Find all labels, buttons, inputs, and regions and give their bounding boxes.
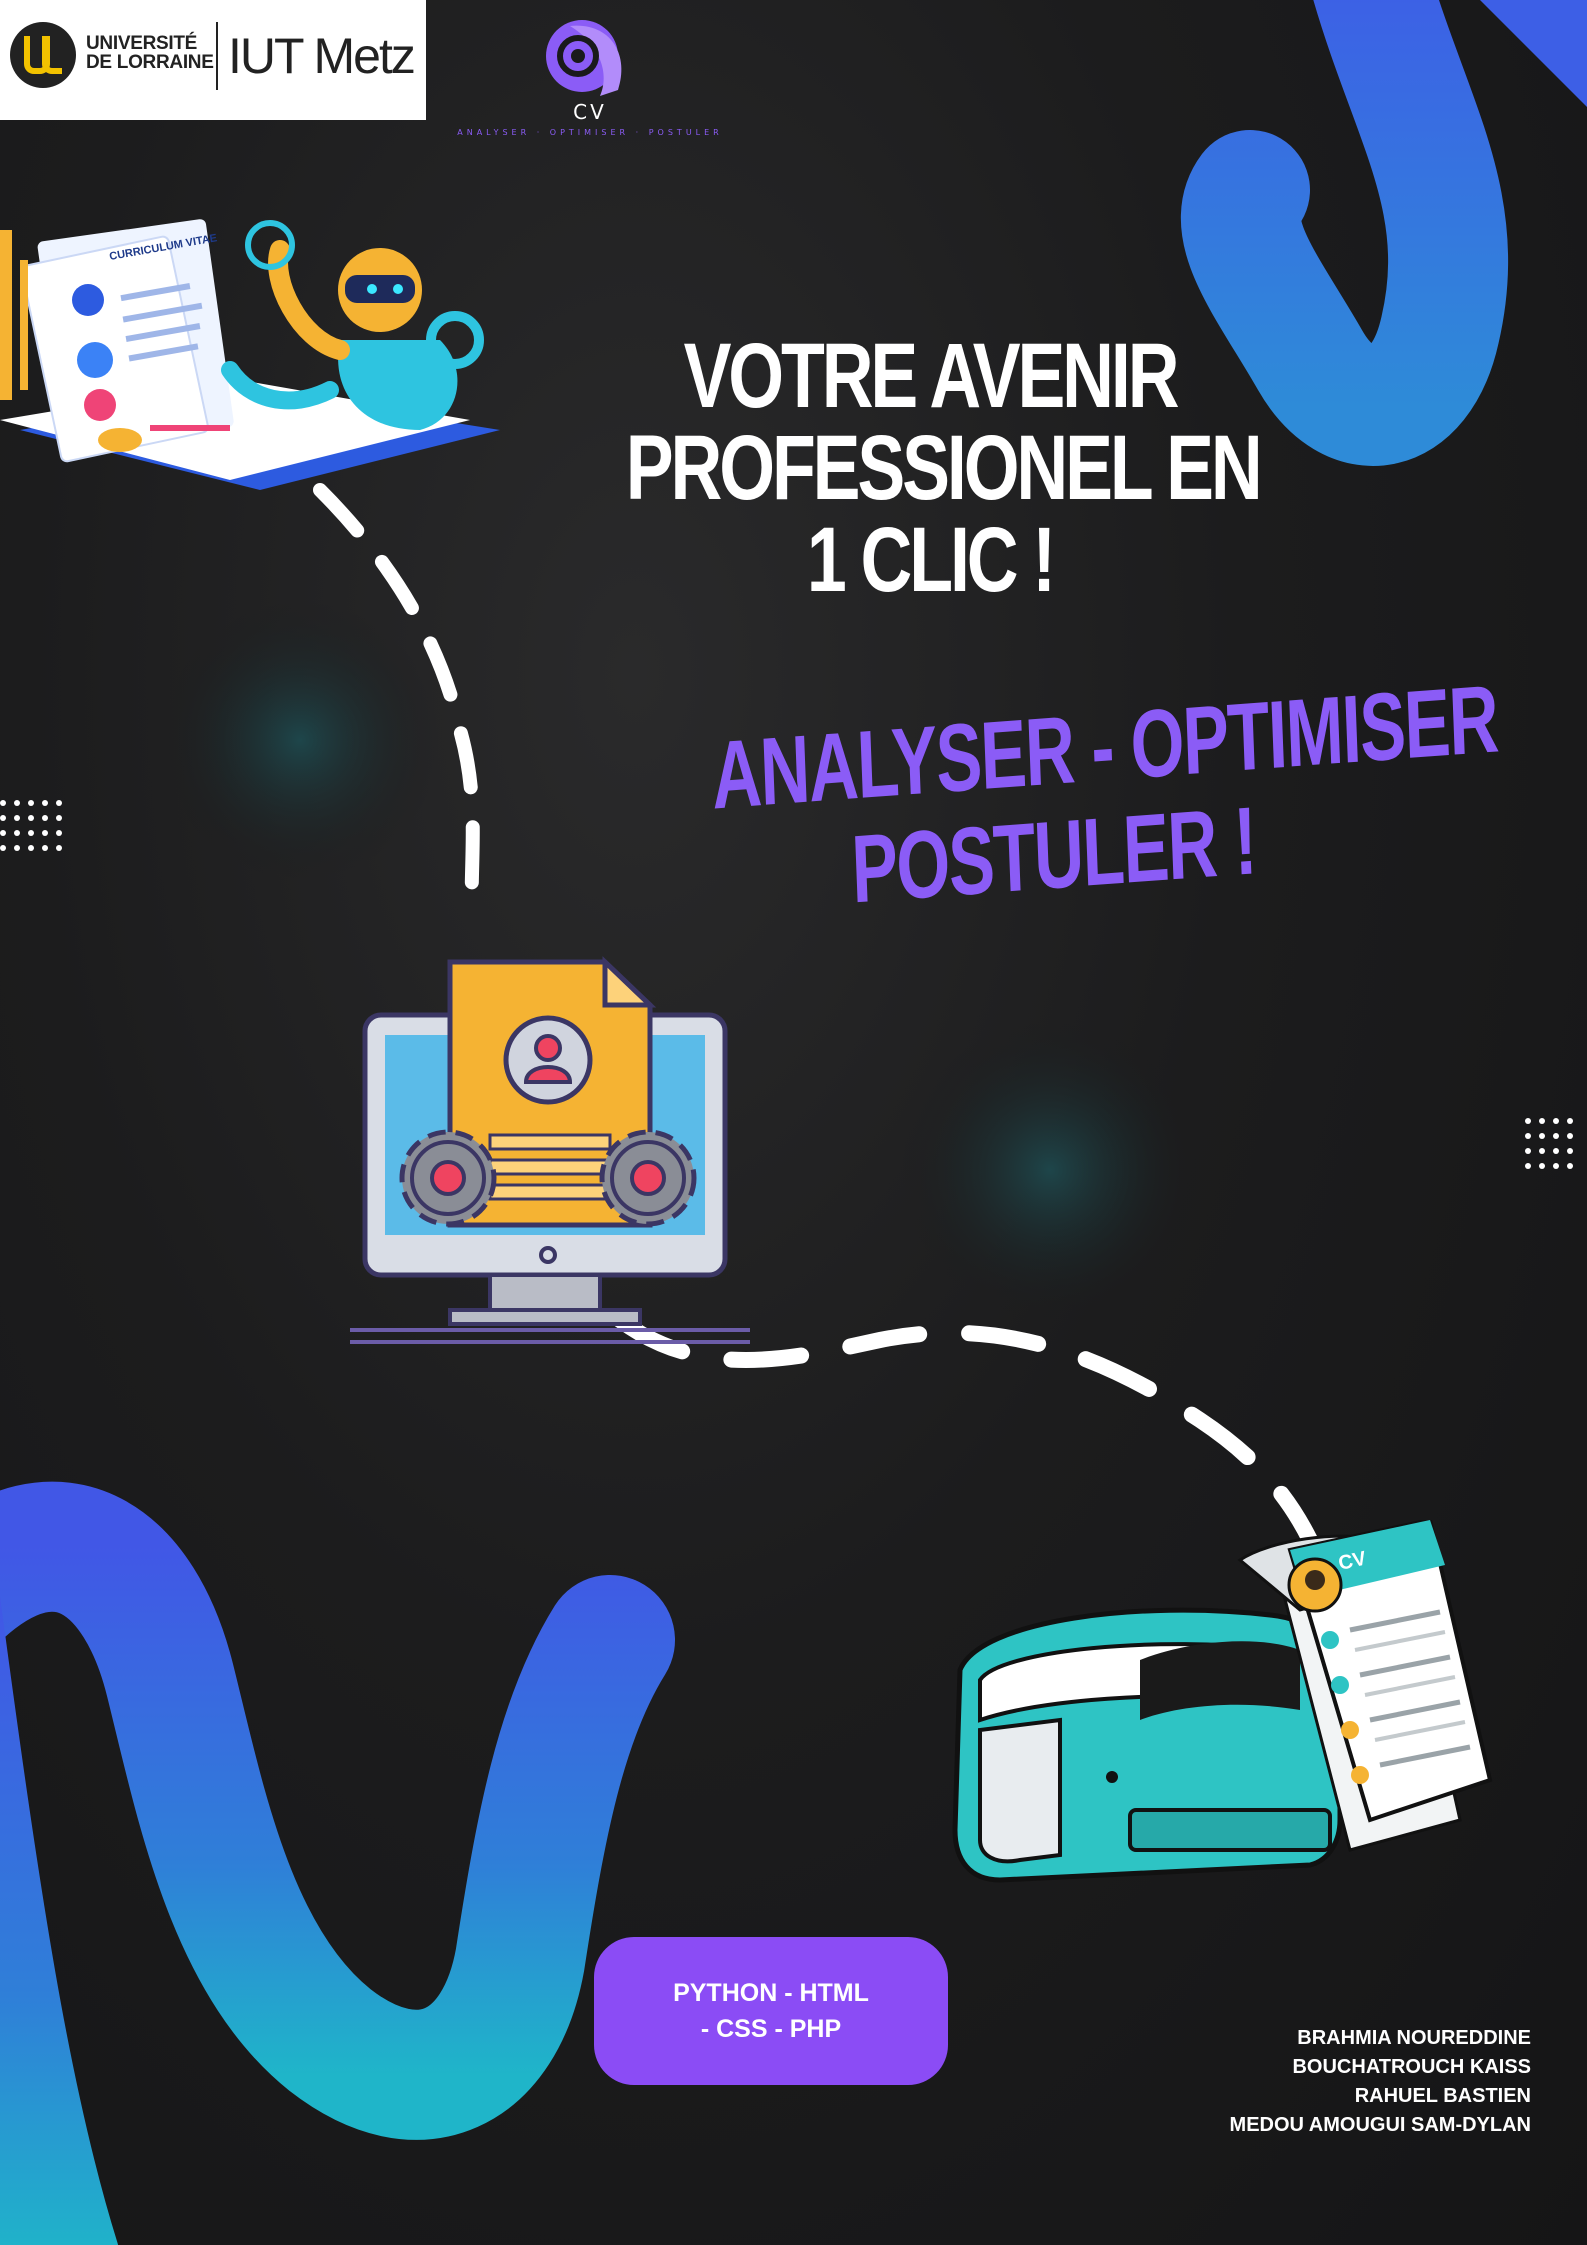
robot-resume-illustration: CURRICULUM VITAE — [0, 219, 500, 490]
author-name: RAHUEL BASTIEN — [1354, 2085, 1531, 2107]
headline: VOTRE AVENIR PROFESSIONEL EN 1 CLIC ! — [625, 325, 1263, 611]
app-logo: CV ANALYSER · OPTIMISER · POSTULER — [450, 14, 730, 144]
headline-line-1: VOTRE AVENIR — [683, 325, 1180, 427]
university-name: UNIVERSITÉ DE LORRAINE — [86, 33, 214, 73]
app-logo-label: CV — [573, 100, 607, 124]
glow-right — [900, 1020, 1200, 1320]
printer-cv-illustration: CV — [952, 1520, 1493, 1883]
logo-divider — [216, 22, 218, 90]
headline-line-3: 1 CLIC ! — [806, 509, 1056, 611]
dot-grid-right — [1525, 1118, 1587, 1188]
headline-line-2: PROFESSIONEL EN — [625, 417, 1263, 519]
swoosh-top-right — [1180, 0, 1509, 466]
university-mark-icon — [10, 22, 76, 88]
app-logo-icon — [546, 20, 622, 96]
author-name: BOUCHATROUCH KAISS — [1292, 2056, 1531, 2078]
swoosh-bottom-left — [0, 1481, 675, 2140]
university-logo: UNIVERSITÉ DE LORRAINE IUT Metz — [0, 0, 426, 120]
dashed-path-bottom — [612, 1312, 1318, 1548]
gear-icon-left — [399, 1129, 497, 1227]
computer-document-icon — [350, 956, 750, 1344]
poster: UNIVERSITÉ DE LORRAINE IUT Metz CV ANALY… — [0, 0, 1587, 2245]
tech-stack-badge: PYTHON - HTML - CSS - PHP — [594, 1937, 948, 2085]
author-name: MEDOU AMOUGUI SAM-DYLAN — [1229, 2114, 1531, 2136]
glow-left — [160, 600, 440, 880]
iut-name: IUT Metz — [228, 28, 416, 84]
author-name: BRAHMIA NOUREDDINE — [1297, 2027, 1531, 2049]
dot-grid-left — [0, 800, 70, 870]
gear-icon-right — [599, 1129, 697, 1227]
authors-list: BRAHMIA NOUREDDINE BOUCHATROUCH KAISS RA… — [1230, 2024, 1531, 2140]
app-logo-tagline: ANALYSER · OPTIMISER · POSTULER — [457, 128, 723, 137]
tech-stack-text: PYTHON - HTML - CSS - PHP — [673, 1979, 869, 2043]
